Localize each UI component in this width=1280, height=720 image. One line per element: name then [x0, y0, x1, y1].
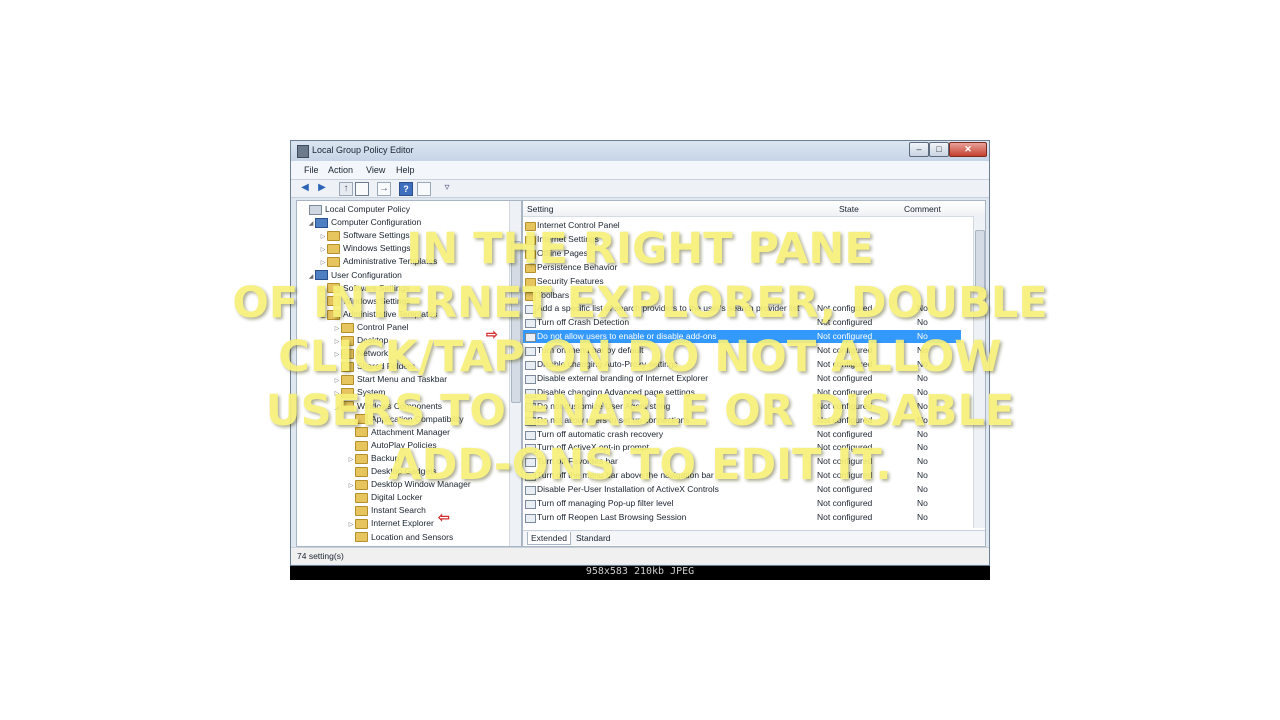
- arrow-left-icon: ⇦: [438, 509, 450, 525]
- status-text: 74 setting(s): [297, 551, 344, 561]
- image-info-footer: 958x583 210kb JPEG: [585, 566, 695, 577]
- tree-node[interactable]: Digital Locker: [347, 491, 423, 503]
- folder-icon: [355, 492, 368, 503]
- tree-node-label: Digital Locker: [371, 492, 423, 503]
- tree-node[interactable]: Local Computer Policy: [301, 203, 410, 215]
- cell-comment: No: [917, 511, 928, 522]
- toolbar: ◀ ▶ ↑ → ? ▿: [291, 180, 989, 198]
- menu-view[interactable]: View: [366, 165, 385, 175]
- cell-comment: No: [917, 498, 928, 508]
- title-bar: Local Group Policy Editor – □ ✕: [291, 141, 989, 161]
- policy-setting-icon: [525, 513, 536, 523]
- folder-icon: [355, 506, 368, 517]
- tree-node[interactable]: ▷ Internet Explorer: [347, 517, 434, 531]
- caption-line: IN THE RIGHT PANE: [406, 224, 874, 274]
- column-header-state[interactable]: State: [839, 204, 859, 214]
- tree-node-label: Instant Search: [371, 505, 426, 516]
- instruction-caption: IN THE RIGHT PANE OF INTERNET EXPLORER, D…: [190, 222, 1090, 492]
- policy-icon: [309, 204, 322, 215]
- back-arrow-icon[interactable]: ◀: [299, 182, 311, 194]
- caption-line: CLICK/TAP ON DO NOT ALLOW: [278, 332, 1002, 382]
- app-icon: [297, 145, 309, 158]
- column-header-setting[interactable]: Setting: [527, 204, 553, 214]
- cell-setting: Turn off Reopen Last Browsing Session: [537, 511, 687, 522]
- view-icon[interactable]: [417, 182, 431, 196]
- tree-node-label: Local Computer Policy: [325, 204, 411, 214]
- menu-file[interactable]: File: [304, 165, 319, 175]
- cell-state: Not configured: [817, 511, 873, 522]
- menu-bar: File Action View Help: [291, 161, 989, 180]
- cell-state: Not configured: [817, 498, 873, 508]
- menu-help[interactable]: Help: [396, 165, 415, 175]
- tree-node-label: Location and Sensors: [371, 531, 454, 542]
- caption-line: OF INTERNET EXPLORER, DOUBLE: [232, 278, 1048, 328]
- cell-setting: Turn off managing Pop-up filter level: [537, 498, 674, 508]
- export-list-icon[interactable]: →: [377, 182, 391, 196]
- minimize-button[interactable]: –: [909, 142, 929, 157]
- tree-node-label: Internet Explorer: [371, 518, 434, 529]
- column-header-comment[interactable]: Comment: [904, 204, 941, 214]
- table-row[interactable]: Turn off managing Pop-up filter level Not…: [523, 497, 961, 510]
- view-tabs: Extended Standard: [523, 530, 985, 545]
- list-header: Setting State Comment: [523, 201, 985, 217]
- status-bar: 74 setting(s): [291, 547, 989, 564]
- expander-icon[interactable]: ▷: [347, 519, 355, 531]
- caption-line: USERS TO ENABLE OR DISABLE: [265, 386, 1015, 436]
- folder-icon: [355, 519, 368, 530]
- menu-action[interactable]: Action: [328, 165, 353, 175]
- table-row[interactable]: Turn off Reopen Last Browsing Session Not…: [523, 511, 961, 524]
- caption-line: ADD-ONS TO EDIT IT.: [388, 440, 892, 490]
- up-folder-icon[interactable]: ↑: [339, 182, 353, 196]
- filter-icon[interactable]: ▿: [441, 182, 453, 194]
- maximize-button[interactable]: □: [929, 142, 949, 157]
- window-title: Local Group Policy Editor: [312, 145, 414, 155]
- help-icon[interactable]: ?: [399, 182, 413, 196]
- forward-arrow-icon[interactable]: ▶: [316, 182, 328, 194]
- policy-setting-icon: [525, 500, 536, 509]
- tab-extended[interactable]: Extended: [527, 532, 571, 545]
- tab-standard[interactable]: Standard: [573, 532, 614, 544]
- tree-node[interactable]: Instant Search: [347, 504, 426, 517]
- show-hide-tree-icon[interactable]: [355, 182, 369, 196]
- close-button[interactable]: ✕: [949, 142, 987, 157]
- tree-node[interactable]: Location and Sensors: [347, 531, 453, 543]
- folder-icon: [355, 532, 368, 543]
